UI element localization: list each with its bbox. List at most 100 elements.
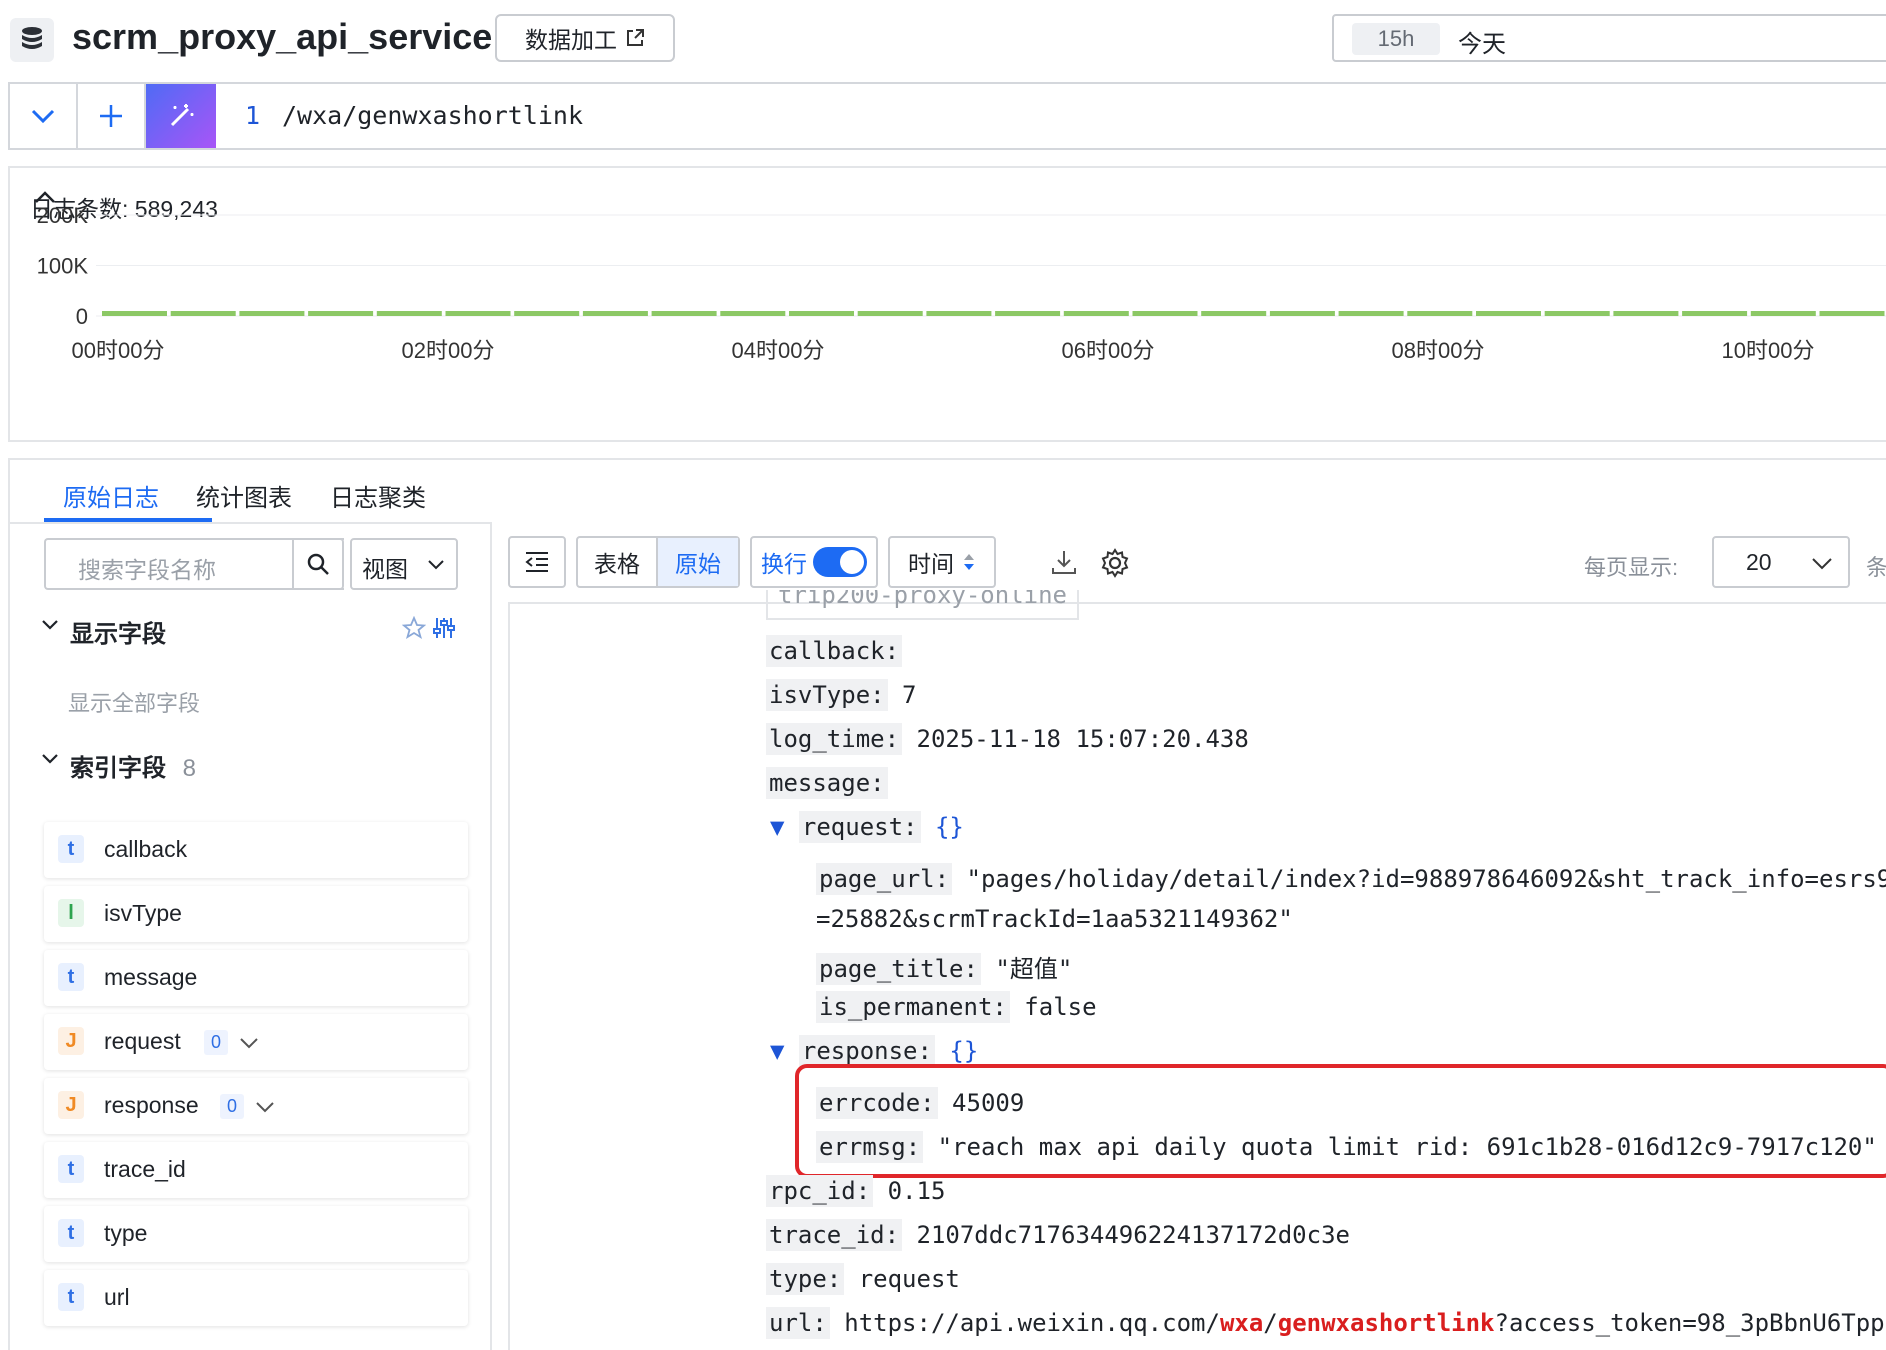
field-item-isvtype[interactable]: l isvType (44, 886, 468, 942)
log-key[interactable]: callback: (766, 635, 903, 667)
collapse-button[interactable] (10, 84, 78, 148)
log-key[interactable]: rpc_id: (766, 1175, 874, 1207)
log-key[interactable]: errcode: (816, 1087, 938, 1119)
log-value-continued[interactable]: =25882&scrmTrackId=1aa5321149362" (816, 905, 1293, 933)
histogram-bar[interactable] (720, 311, 786, 316)
histogram-bar[interactable] (1407, 311, 1473, 316)
histogram-bar[interactable] (308, 311, 374, 316)
tab-raw-logs[interactable]: 原始日志 (63, 478, 159, 513)
chevron-down-icon[interactable] (256, 1102, 274, 1113)
toggle-sidebar-button[interactable] (508, 536, 566, 588)
histogram-bar[interactable] (1063, 311, 1129, 316)
histogram-bar[interactable] (995, 311, 1061, 316)
log-value[interactable]: request (859, 1265, 960, 1293)
url-suffix[interactable]: ?access_token=98_3pBbnU6TppU (1495, 1309, 1886, 1337)
json-type-icon: J (58, 1091, 84, 1119)
show-all-fields-link[interactable]: 显示全部字段 (68, 686, 200, 718)
log-key[interactable]: response: (798, 1035, 935, 1067)
field-item-trace-id[interactable]: t trace_id (44, 1142, 468, 1198)
field-item-response[interactable]: J response 0 (44, 1078, 468, 1134)
histogram-bar[interactable] (1338, 311, 1404, 316)
histogram-bar[interactable] (1819, 311, 1885, 316)
field-name: message (104, 964, 198, 990)
histogram-bar[interactable] (1544, 311, 1610, 316)
log-value[interactable]: 45009 (952, 1089, 1024, 1117)
histogram-bar[interactable] (170, 311, 236, 316)
log-value[interactable]: 0.15 (888, 1177, 946, 1205)
histogram-bar[interactable] (1201, 311, 1267, 316)
histogram-bar[interactable] (926, 311, 992, 316)
view-select[interactable]: 视图 (350, 538, 458, 590)
log-value[interactable]: "超值" (995, 955, 1072, 983)
histogram-bar[interactable] (102, 311, 167, 316)
log-key[interactable]: message: (766, 767, 888, 799)
raw-mode-button[interactable]: 原始 (658, 538, 738, 586)
url-highlight-wxa[interactable]: wxa (1220, 1309, 1263, 1337)
log-key[interactable]: isvType: (766, 679, 888, 711)
star-icon[interactable] (402, 616, 426, 640)
time-sort-button[interactable]: 时间 (888, 536, 996, 588)
log-key[interactable]: page_title: (816, 953, 981, 985)
log-field-errcode: errcode: 45009 (816, 1087, 1024, 1119)
histogram-bar[interactable] (1476, 311, 1541, 316)
histogram-bar[interactable] (514, 311, 580, 316)
log-key[interactable]: request: (798, 811, 921, 843)
histogram-bar[interactable] (651, 311, 717, 316)
expand-triangle-icon[interactable]: ▼ (770, 1037, 784, 1065)
log-value[interactable]: 2107ddc717634496224137172d0c3e (917, 1221, 1350, 1249)
field-settings-icon[interactable] (432, 616, 456, 640)
log-value[interactable]: false (1024, 993, 1096, 1021)
url-prefix[interactable]: https://api.weixin.qq.com/ (844, 1309, 1220, 1337)
histogram-bar[interactable] (445, 311, 511, 316)
log-key[interactable]: is_permanent: (816, 991, 1010, 1023)
histogram-bar[interactable] (1750, 311, 1816, 316)
log-key[interactable]: page_url: (816, 863, 953, 895)
log-field-trace-id: trace_id: 2107ddc717634496224137172d0c3e (766, 1219, 1350, 1251)
tab-log-cluster[interactable]: 日志聚类 (330, 478, 426, 513)
histogram-bar[interactable] (376, 311, 442, 316)
log-value[interactable]: 7 (902, 681, 916, 709)
histogram-bar[interactable] (582, 311, 648, 316)
histogram-chart[interactable]: 200K 100K 0 00时00分 02时00分 04时00分 06时00分 08时00分 1… (10, 168, 1886, 444)
field-search-button[interactable] (292, 538, 344, 590)
histogram-bar[interactable] (1132, 311, 1198, 316)
field-name: request (104, 1028, 181, 1054)
wrap-switch[interactable] (813, 547, 867, 577)
gear-icon[interactable] (1100, 548, 1130, 578)
log-key[interactable]: type: (766, 1263, 845, 1295)
histogram-bar[interactable] (1269, 311, 1335, 316)
ai-assistant-button[interactable] (146, 84, 216, 148)
chevron-down-icon[interactable] (42, 620, 58, 630)
url-highlight-genwxashortlink[interactable]: genwxashortlink (1278, 1309, 1495, 1337)
view-select-label: 视图 (362, 556, 408, 582)
per-page-select[interactable]: 20 (1712, 536, 1850, 588)
log-key[interactable]: log_time: (766, 723, 903, 755)
wrap-toggle[interactable]: 换行 (750, 536, 878, 588)
histogram-bar[interactable] (857, 311, 923, 316)
query-input[interactable]: /wxa/genwxashortlink (282, 101, 583, 130)
download-icon[interactable] (1050, 548, 1078, 576)
add-query-button[interactable] (78, 84, 146, 148)
histogram-bar[interactable] (1613, 311, 1679, 316)
log-value[interactable]: "reach max api daily quota limit rid: 69… (938, 1133, 1877, 1161)
table-mode-button[interactable]: 表格 (578, 538, 658, 586)
log-key[interactable]: errmsg: (816, 1131, 924, 1163)
chevron-down-icon[interactable] (240, 1038, 258, 1049)
time-range-picker[interactable]: 15h 今天 (1332, 14, 1886, 62)
field-item-callback[interactable]: t callback (44, 822, 468, 878)
field-item-request[interactable]: J request 0 (44, 1014, 468, 1070)
histogram-bar[interactable] (789, 311, 854, 316)
tab-statistics[interactable]: 统计图表 (196, 478, 292, 513)
histogram-bar[interactable] (1682, 311, 1748, 316)
log-key[interactable]: url: (766, 1307, 830, 1339)
field-item-message[interactable]: t message (44, 950, 468, 1006)
data-process-button[interactable]: 数据加工 (495, 14, 675, 62)
chevron-down-icon[interactable] (42, 754, 58, 764)
log-value[interactable]: 2025-11-18 15:07:20.438 (917, 725, 1249, 753)
histogram-bar[interactable] (239, 311, 305, 316)
field-item-type[interactable]: t type (44, 1206, 468, 1262)
expand-triangle-icon[interactable]: ▼ (770, 813, 784, 841)
log-value[interactable]: "pages/holiday/detail/index?id=988978646… (967, 865, 1886, 893)
log-key[interactable]: trace_id: (766, 1219, 903, 1251)
field-item-url[interactable]: t url (44, 1270, 468, 1326)
